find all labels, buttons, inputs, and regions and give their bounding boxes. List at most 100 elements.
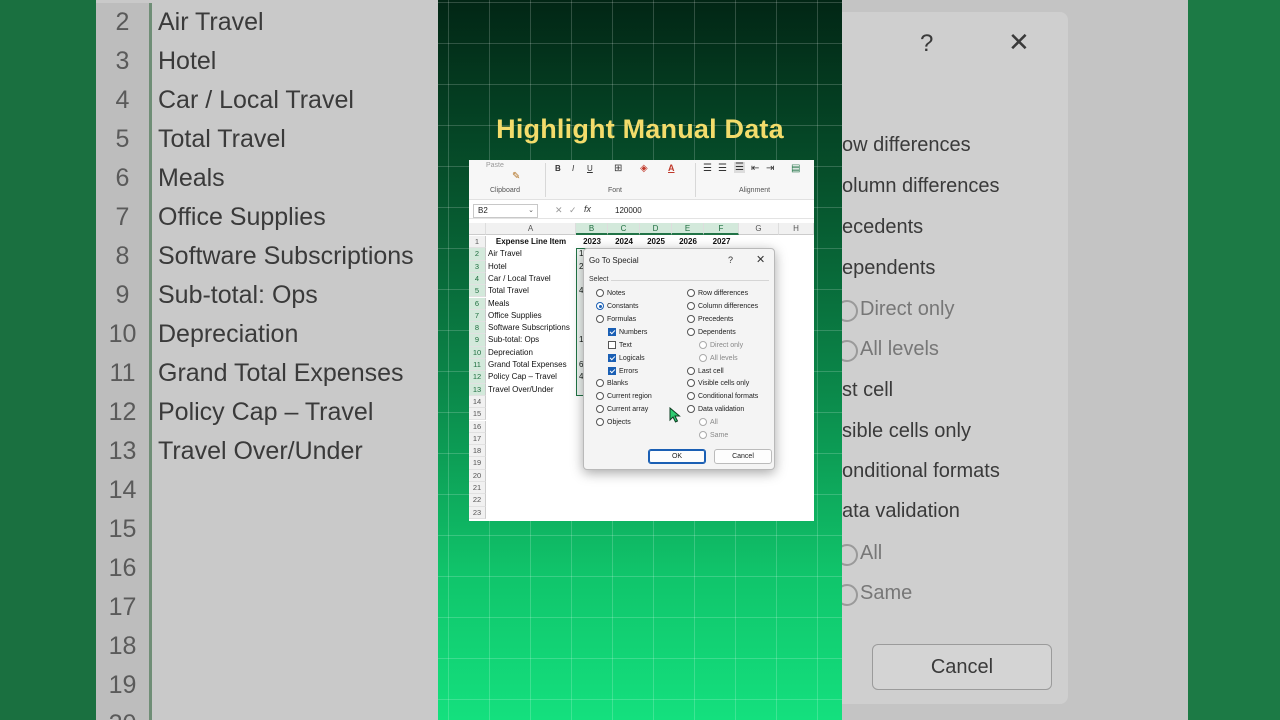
row-header[interactable]: 3 bbox=[469, 260, 486, 273]
ok-button[interactable]: OK bbox=[648, 449, 706, 464]
option-last-cell[interactable]: Last cell bbox=[687, 366, 724, 376]
radio-icon[interactable] bbox=[687, 379, 695, 387]
radio-icon[interactable] bbox=[687, 302, 695, 310]
radio-icon[interactable] bbox=[596, 315, 604, 323]
line-item-cell[interactable]: Car / Local Travel bbox=[488, 273, 551, 285]
option-objects[interactable]: Objects bbox=[596, 417, 631, 427]
radio-icon[interactable] bbox=[596, 379, 604, 387]
row-header[interactable]: 11 bbox=[469, 359, 486, 372]
format-painter-icon[interactable]: ✎ bbox=[512, 171, 520, 182]
year-header-cell[interactable]: 2026 bbox=[672, 236, 704, 248]
option-errors[interactable]: Errors bbox=[608, 366, 638, 376]
column-header[interactable]: G bbox=[739, 223, 779, 235]
year-header-cell[interactable]: 2025 bbox=[640, 236, 672, 248]
row-header[interactable]: 1 bbox=[469, 236, 486, 249]
help-icon[interactable]: ? bbox=[728, 255, 733, 265]
year-header-cell[interactable]: 2024 bbox=[608, 236, 640, 248]
checkbox-icon[interactable] bbox=[608, 341, 616, 349]
option-current-array[interactable]: Current array bbox=[596, 404, 648, 414]
year-header-cell[interactable]: 2027 bbox=[704, 236, 739, 248]
line-item-cell[interactable]: Hotel bbox=[488, 261, 507, 273]
underline-button[interactable]: U bbox=[587, 164, 593, 173]
radio-icon[interactable] bbox=[596, 289, 604, 297]
row-header[interactable]: 12 bbox=[469, 371, 486, 384]
radio-icon[interactable] bbox=[596, 302, 604, 310]
radio-icon[interactable] bbox=[687, 405, 695, 413]
row-header[interactable]: 7 bbox=[469, 309, 486, 323]
option-data-validation[interactable]: Data validation bbox=[687, 404, 744, 414]
column-header[interactable]: C bbox=[608, 223, 640, 235]
borders-icon[interactable]: ⊞ bbox=[614, 163, 622, 174]
row-header[interactable]: 8 bbox=[469, 322, 486, 335]
row-header[interactable]: 20 bbox=[469, 469, 486, 482]
align-right-icon[interactable]: ☰ bbox=[734, 162, 745, 173]
decrease-indent-icon[interactable]: ⇤ bbox=[751, 163, 759, 174]
row-header[interactable]: 4 bbox=[469, 272, 486, 286]
checkbox-icon[interactable] bbox=[608, 328, 616, 336]
align-left-icon[interactable]: ☰ bbox=[703, 163, 712, 174]
row-header[interactable]: 10 bbox=[469, 346, 486, 359]
option-numbers[interactable]: Numbers bbox=[608, 327, 647, 337]
italic-button[interactable]: I bbox=[572, 164, 574, 173]
fill-color-icon[interactable]: ◈ bbox=[640, 163, 648, 174]
row-header[interactable]: 21 bbox=[469, 482, 486, 495]
column-header[interactable]: B bbox=[576, 223, 608, 235]
row-header[interactable]: 15 bbox=[469, 408, 486, 421]
line-item-cell[interactable]: Total Travel bbox=[488, 285, 529, 297]
option-text[interactable]: Text bbox=[608, 340, 632, 350]
name-box[interactable]: B2 ⌄ bbox=[473, 204, 538, 218]
row-header[interactable]: 16 bbox=[469, 420, 486, 433]
year-header-cell[interactable]: 2023 bbox=[576, 236, 608, 248]
column-header[interactable]: A bbox=[486, 223, 576, 235]
bold-button[interactable]: B bbox=[555, 164, 561, 173]
row-header[interactable]: 6 bbox=[469, 297, 486, 310]
formula-value[interactable]: 120000 bbox=[615, 206, 642, 215]
column-header[interactable]: H bbox=[779, 223, 814, 235]
cancel-entry-icon[interactable]: ✕ bbox=[555, 205, 563, 216]
radio-icon[interactable] bbox=[596, 405, 604, 413]
option-visible-cells-only[interactable]: Visible cells only bbox=[687, 378, 749, 388]
row-header[interactable]: 17 bbox=[469, 432, 486, 446]
line-item-cell[interactable]: Depreciation bbox=[488, 347, 533, 359]
line-item-cell[interactable]: Office Supplies bbox=[488, 310, 542, 322]
option-conditional-formats[interactable]: Conditional formats bbox=[687, 391, 758, 401]
chevron-down-icon[interactable]: ⌄ bbox=[528, 205, 534, 217]
merge-center-icon[interactable]: ▤ bbox=[791, 163, 800, 174]
radio-icon[interactable] bbox=[687, 392, 695, 400]
confirm-entry-icon[interactable]: ✓ bbox=[569, 205, 577, 216]
option-constants[interactable]: Constants bbox=[596, 301, 639, 311]
row-header[interactable]: 13 bbox=[469, 383, 486, 396]
option-formulas[interactable]: Formulas bbox=[596, 314, 636, 324]
row-header[interactable]: 2 bbox=[469, 248, 486, 261]
option-dependents[interactable]: Dependents bbox=[687, 327, 736, 337]
radio-icon[interactable] bbox=[687, 367, 695, 375]
align-center-icon[interactable]: ☰ bbox=[718, 163, 727, 174]
option-logicals[interactable]: Logicals bbox=[608, 353, 645, 363]
header-label-cell[interactable]: Expense Line Item bbox=[486, 236, 576, 248]
row-header[interactable]: 18 bbox=[469, 445, 486, 458]
column-header[interactable]: D bbox=[640, 223, 672, 235]
line-item-cell[interactable]: Travel Over/Under bbox=[488, 384, 554, 396]
row-header[interactable]: 9 bbox=[469, 334, 486, 347]
option-precedents[interactable]: Precedents bbox=[687, 314, 733, 324]
line-item-cell[interactable]: Air Travel bbox=[488, 248, 522, 260]
line-item-cell[interactable]: Sub-total: Ops bbox=[488, 334, 539, 346]
line-item-cell[interactable]: Grand Total Expenses bbox=[488, 359, 567, 371]
select-all-corner[interactable] bbox=[469, 223, 486, 235]
option-current-region[interactable]: Current region bbox=[596, 391, 652, 401]
option-column-differences[interactable]: Column differences bbox=[687, 301, 758, 311]
row-header[interactable]: 22 bbox=[469, 494, 486, 507]
line-item-cell[interactable]: Software Subscriptions bbox=[488, 322, 570, 334]
line-item-cell[interactable]: Meals bbox=[488, 298, 509, 310]
option-blanks[interactable]: Blanks bbox=[596, 378, 628, 388]
close-icon[interactable]: ✕ bbox=[756, 253, 765, 266]
line-item-cell[interactable]: Policy Cap – Travel bbox=[488, 371, 557, 383]
cancel-button[interactable]: Cancel bbox=[714, 449, 772, 464]
radio-icon[interactable] bbox=[687, 315, 695, 323]
option-notes[interactable]: Notes bbox=[596, 288, 625, 298]
font-color-icon[interactable]: A bbox=[668, 163, 675, 173]
paste-button[interactable]: Paste bbox=[486, 162, 504, 169]
row-header[interactable]: 5 bbox=[469, 285, 486, 298]
row-header[interactable]: 23 bbox=[469, 506, 486, 519]
radio-icon[interactable] bbox=[687, 328, 695, 336]
